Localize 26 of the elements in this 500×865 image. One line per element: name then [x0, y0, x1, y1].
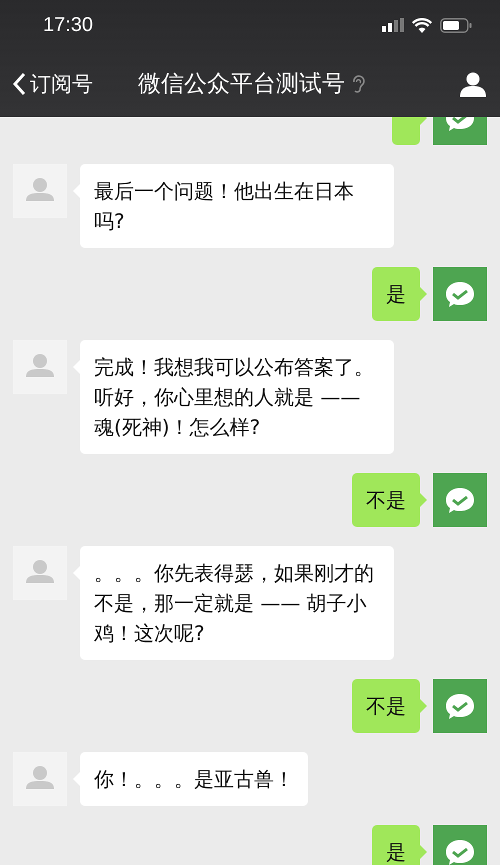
message-bubble: 完成！我想我可以公布答案了。听好，你心里想的人就是 —— 魂(死神)！怎么样? — [80, 340, 394, 454]
back-button[interactable]: 订阅号 — [12, 70, 93, 98]
battery-icon — [440, 18, 472, 32]
bubble-tail — [420, 493, 427, 507]
person-icon — [460, 70, 486, 96]
signal-icon — [382, 18, 404, 32]
bubble-tail — [420, 845, 427, 859]
status-time: 17:30 — [43, 14, 94, 36]
profile-button[interactable] — [458, 70, 488, 96]
message-bubble: 最后一个问题！他出生在日本吗? — [80, 164, 394, 248]
avatar[interactable] — [433, 473, 487, 527]
message-bubble: 是 — [372, 825, 420, 865]
message-bubble: 不是 — [352, 679, 420, 733]
avatar[interactable] — [433, 825, 487, 865]
chat-title: 微信公众平台测试号 — [138, 70, 345, 99]
chevron-left-icon — [12, 72, 26, 96]
wifi-icon — [412, 18, 432, 32]
bubble-tail — [420, 287, 427, 301]
message-bubble: 你！。。。是亚古兽！ — [80, 752, 308, 806]
bubble-tail — [420, 699, 427, 713]
message-bubble: 。。。你先表得瑟，如果刚才的不是，那一定就是 —— 胡子小鸡！这次呢? — [80, 546, 394, 660]
message-bubble: 不是 — [352, 473, 420, 527]
avatar[interactable] — [433, 267, 487, 321]
ear-icon — [351, 74, 365, 94]
message-bubble: 是 — [372, 267, 420, 321]
avatar[interactable] — [433, 679, 487, 733]
